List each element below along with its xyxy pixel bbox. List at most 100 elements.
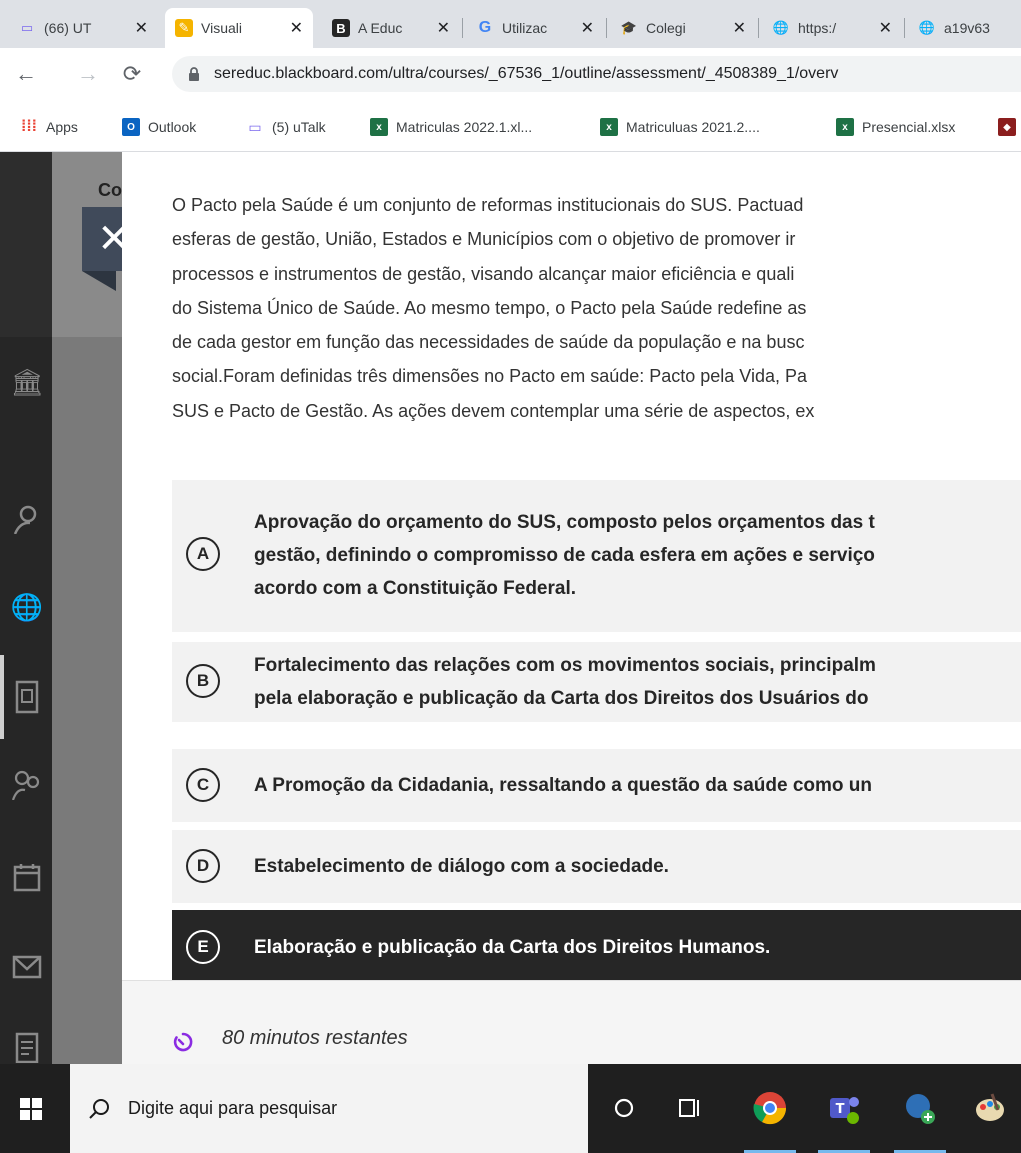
browser-tab-3[interactable]: B A Educ ✕ [322, 8, 460, 48]
tab-label: https:/ [798, 20, 837, 36]
question-line: de cada gestor em função das necessidade… [172, 332, 805, 353]
forward-icon[interactable]: → [74, 60, 102, 88]
option-line: Estabelecimento de diálogo com a socieda… [254, 856, 669, 877]
taskbar-search-input[interactable]: Digite aqui para pesquisar [70, 1064, 588, 1153]
pencil-icon: ✎ [175, 19, 193, 37]
courses-icon[interactable] [10, 680, 44, 714]
assessment-panel: O Pacto pela Saúde é um conjunto de refo… [122, 152, 1021, 980]
option-line: acordo com a Constituição Federal. [254, 578, 577, 599]
answer-option-c[interactable]: C A Promoção da Cidadania, ressaltando a… [172, 749, 1021, 822]
answer-option-d[interactable]: D Estabelecimento de diálogo com a socie… [172, 830, 1021, 903]
calendar-icon[interactable] [10, 860, 44, 894]
globe-icon: 🌐 [918, 20, 936, 35]
answer-option-e[interactable]: E Elaboração e publicação da Carta dos D… [172, 910, 1021, 980]
course-title-fragment: Co [98, 180, 122, 200]
answer-option-b[interactable]: B Fortalecimento das relações com os mov… [172, 642, 1021, 722]
bookmark-label: Outlook [148, 119, 197, 135]
question-line: esferas de gestão, União, Estados e Muni… [172, 229, 796, 250]
bookmark-matriculuas-2021[interactable]: x Matriculuas 2021.2.... [600, 116, 760, 138]
institution-icon[interactable]: 🏛 [10, 365, 44, 399]
tab-label: Utilizac [502, 20, 548, 36]
chrome-taskbar-icon[interactable] [748, 1086, 792, 1130]
excel-icon: x [836, 118, 854, 136]
option-text: Aprovação do orçamento do SUS, composto … [254, 506, 875, 605]
option-line: A Promoção da Cidadania, ressaltando a q… [254, 775, 873, 796]
utalk-icon: ▭ [20, 20, 34, 35]
bookmark-apps[interactable]: ⁞⁞⁞ Apps [20, 116, 78, 138]
messages-icon[interactable] [10, 950, 44, 984]
globe-icon: 🌐 [772, 20, 790, 35]
close-button-flag [82, 271, 116, 291]
cortana-icon[interactable] [602, 1086, 646, 1130]
timer-icon [173, 1032, 193, 1052]
option-line: Elaboração e publicação da Carta dos Dir… [254, 937, 771, 958]
bookmark-shield[interactable]: ◆ [998, 116, 1021, 138]
tab-separator [758, 18, 759, 38]
browser-tab-2[interactable]: ✎ Visuali ✕ [165, 8, 313, 48]
paint-palette-icon [976, 1093, 1004, 1121]
grades-icon[interactable] [10, 1030, 44, 1064]
option-letter-badge: C [186, 768, 220, 802]
option-text: Elaboração e publicação da Carta dos Dir… [254, 931, 770, 964]
windows-logo-icon [20, 1097, 42, 1120]
bookmark-outlook[interactable]: O Outlook [122, 116, 196, 138]
tab-label: a19v63 [944, 20, 990, 36]
paint-taskbar-icon[interactable] [968, 1086, 1012, 1130]
tab-label: A Educ [358, 20, 403, 36]
browser-tab-1[interactable]: ▭ (66) UT ✕ [8, 8, 158, 48]
close-tab-icon[interactable]: ✕ [733, 18, 746, 38]
globe-icon[interactable]: 🌐 [10, 590, 44, 624]
back-icon[interactable]: ← [12, 60, 40, 88]
teams-taskbar-icon[interactable]: T [822, 1086, 866, 1130]
sidebar-overlay-top [0, 152, 52, 337]
person-outline-icon [13, 505, 37, 534]
close-tab-icon[interactable]: ✕ [581, 18, 594, 38]
option-line: gestão, definindo o compromisso de cada … [254, 545, 875, 566]
option-letter-badge: E [186, 930, 220, 964]
start-button[interactable] [0, 1064, 62, 1153]
bookmark-presencial[interactable]: x Presencial.xlsx [836, 116, 955, 138]
browser-tab-7[interactable]: 🌐 a19v63 [908, 8, 1021, 48]
option-letter-badge: A [186, 537, 220, 571]
url-input[interactable]: sereduc.blackboard.com/ultra/courses/_67… [172, 56, 1021, 92]
graduation-cap-icon: 🎓 [620, 20, 638, 35]
tab-separator [904, 18, 905, 38]
tab-label: Colegi [646, 20, 686, 36]
close-tab-icon[interactable]: ✕ [879, 18, 892, 38]
bookmark-label: Apps [46, 119, 78, 135]
groups-icon[interactable] [10, 768, 44, 802]
circle-outline-icon [614, 1098, 634, 1118]
remote-app-taskbar-icon[interactable] [898, 1086, 942, 1130]
svg-text:T: T [836, 1102, 845, 1117]
active-nav-indicator [0, 655, 4, 739]
answer-option-a[interactable]: A Aprovação do orçamento do SUS, compost… [172, 480, 1021, 632]
option-text: Estabelecimento de diálogo com a socieda… [254, 850, 669, 883]
tab-label: (66) UT [44, 20, 92, 36]
bookmark-label: Presencial.xlsx [862, 119, 956, 135]
option-line: Aprovação do orçamento do SUS, composto … [254, 512, 875, 533]
book-outline-icon [15, 680, 39, 714]
chrome-icon [753, 1092, 787, 1125]
tab-separator [462, 18, 463, 38]
utalk-icon: ▭ [248, 118, 262, 135]
close-tab-icon[interactable]: ✕ [290, 18, 303, 38]
browser-tab-4[interactable]: G Utilizac ✕ [466, 8, 604, 48]
bookmark-utalk[interactable]: ▭ (5) uTalk [246, 116, 325, 138]
profile-icon[interactable] [10, 502, 44, 536]
tab-label: Visuali [201, 20, 242, 36]
google-icon: G [478, 19, 492, 36]
browser-tab-6[interactable]: 🌐 https:/ ✕ [762, 8, 902, 48]
question-line: O Pacto pela Saúde é um conjunto de refo… [172, 195, 804, 215]
close-tab-icon[interactable]: ✕ [135, 18, 148, 38]
option-line: Fortalecimento das relações com os movim… [254, 655, 876, 676]
calendar-outline-icon [13, 864, 41, 892]
reload-icon[interactable]: ⟳ [118, 60, 146, 88]
browser-tab-5[interactable]: 🎓 Colegi ✕ [610, 8, 756, 48]
bookmark-matriculas-2022[interactable]: x Matriculas 2022.1.xl... [370, 116, 532, 138]
option-letter-badge: D [186, 849, 220, 883]
browser-tab-bar: ▭ (66) UT ✕ ✎ Visuali ✕ B A Educ ✕ G Uti… [0, 0, 1021, 48]
people-outline-icon [11, 770, 40, 800]
task-view-icon[interactable] [668, 1086, 712, 1130]
excel-icon: x [600, 118, 618, 136]
close-tab-icon[interactable]: ✕ [437, 18, 450, 38]
